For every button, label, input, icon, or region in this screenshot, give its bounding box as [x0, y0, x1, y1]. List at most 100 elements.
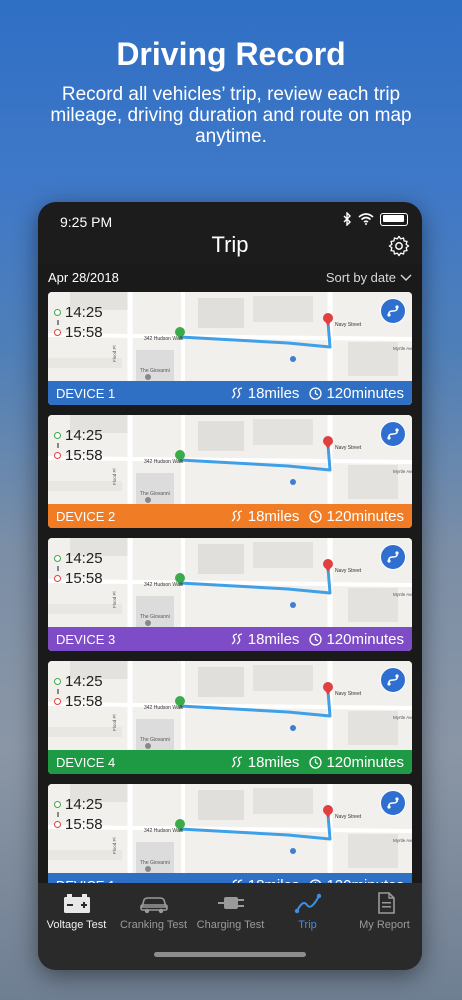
trip-duration: 120minutes [326, 507, 404, 525]
status-icons [343, 212, 408, 226]
start-dot-icon [54, 801, 61, 808]
trip-times: 14:25 15:58 [54, 305, 103, 340]
distance-icon [231, 510, 242, 522]
route-icon [387, 428, 399, 440]
tab-charging-test[interactable]: Charging Test [192, 883, 269, 943]
route-button[interactable] [380, 667, 406, 693]
tab-trip[interactable]: Trip [269, 883, 346, 943]
svg-text:Flood Pl: Flood Pl [112, 714, 117, 731]
svg-text:Navy Street: Navy Street [335, 445, 362, 451]
distance-icon [231, 756, 242, 768]
sort-dropdown[interactable]: Sort by date [326, 270, 412, 285]
svg-text:Navy Street: Navy Street [335, 814, 362, 820]
tab-label: Cranking Test [119, 919, 188, 931]
trip-footer: DEVICE 3 18miles 120minutes [48, 627, 412, 651]
tab-label: Charging Test [196, 919, 265, 931]
tab-cranking-test[interactable]: Cranking Test [115, 883, 192, 943]
gear-icon[interactable] [388, 235, 410, 257]
svg-text:The Giovanni: The Giovanni [140, 860, 170, 866]
trip-distance: 18miles [247, 384, 300, 402]
trip-card[interactable]: 342 Hudson Walk Navy Street Myrtle Ave T… [48, 784, 412, 883]
tab-label: Trip [298, 919, 317, 931]
start-dot-icon [54, 432, 61, 439]
hero-subtitle: Record all vehicles’ trip, review each t… [50, 84, 412, 147]
device-name: DEVICE 4 [56, 754, 116, 770]
trip-footer: DEVICE 4 18miles 120minutes [48, 750, 412, 774]
report-icon [378, 892, 395, 914]
wifi-icon [358, 213, 374, 225]
end-time: 15:58 [65, 816, 103, 833]
svg-text:Navy Street: Navy Street [335, 691, 362, 697]
tab-voltage-test[interactable]: Voltage Test [38, 883, 115, 943]
svg-text:Flood Pl: Flood Pl [112, 468, 117, 485]
page-title: Trip [211, 232, 249, 257]
trip-distance: 18miles [247, 753, 300, 771]
home-indicator [154, 952, 306, 957]
battery-icon [64, 894, 90, 913]
trip-distance: 18miles [247, 507, 300, 525]
start-time: 14:25 [65, 796, 103, 813]
plug-icon [218, 897, 244, 909]
svg-text:The Giovanni: The Giovanni [140, 491, 170, 497]
end-time: 15:58 [65, 693, 103, 710]
route-icon [387, 305, 399, 317]
trip-list[interactable]: Apr 28/2018 Sort by date 342 Hudson Walk… [38, 264, 422, 883]
date-header: Apr 28/2018 [48, 270, 119, 285]
trip-footer: DEVICE 1 18miles 120minutes [48, 873, 412, 883]
clock-icon [309, 632, 323, 646]
start-time: 14:25 [65, 550, 103, 567]
route-icon [294, 893, 322, 914]
end-dot-icon [54, 821, 61, 828]
svg-text:Myrtle Ave: Myrtle Ave [393, 469, 412, 474]
tab-bar: Voltage Test Cranking Test Charging Test [38, 883, 422, 970]
battery-status-icon [380, 212, 408, 226]
trip-card[interactable]: 342 Hudson Walk Navy Street Myrtle Ave T… [48, 415, 412, 528]
trip-card[interactable]: 342 Hudson Walk Navy Street Myrtle Ave T… [48, 292, 412, 405]
svg-text:342 Hudson Walk: 342 Hudson Walk [144, 336, 184, 342]
svg-text:Myrtle Ave: Myrtle Ave [393, 715, 412, 720]
distance-icon [231, 387, 242, 399]
route-map: 342 Hudson Walk Navy Street Myrtle Ave T… [48, 538, 412, 627]
svg-text:342 Hudson Walk: 342 Hudson Walk [144, 459, 184, 465]
trip-footer: DEVICE 2 18miles 120minutes [48, 504, 412, 528]
clock-icon [309, 386, 323, 400]
trip-card[interactable]: 342 Hudson Walk Navy Street Myrtle Ave T… [48, 661, 412, 774]
distance-icon [231, 633, 242, 645]
trip-times: 14:25 15:58 [54, 551, 103, 586]
clock-icon [309, 509, 323, 523]
trip-duration: 120minutes [326, 753, 404, 771]
end-dot-icon [54, 452, 61, 459]
end-time: 15:58 [65, 570, 103, 587]
route-button[interactable] [380, 544, 406, 570]
start-time: 14:25 [65, 304, 103, 321]
start-time: 14:25 [65, 673, 103, 690]
route-map: 342 Hudson Walk Navy Street Myrtle Ave T… [48, 661, 412, 750]
sort-label: Sort by date [325, 270, 396, 285]
route-icon [387, 674, 399, 686]
phone-frame: 9:25 PM Trip Apr 28/2018 Sort by date 34… [38, 202, 422, 970]
svg-text:342 Hudson Walk: 342 Hudson Walk [144, 705, 184, 711]
svg-text:Flood Pl: Flood Pl [112, 837, 117, 854]
end-time: 15:58 [65, 447, 103, 464]
route-map: 342 Hudson Walk Navy Street Myrtle Ave T… [48, 784, 412, 873]
trip-card[interactable]: 342 Hudson Walk Navy Street Myrtle Ave T… [48, 538, 412, 651]
tab-my-report[interactable]: My Report [346, 883, 422, 943]
trip-distance: 18miles [247, 630, 300, 648]
clock-icon [309, 755, 323, 769]
svg-text:Myrtle Ave: Myrtle Ave [393, 592, 412, 597]
route-button[interactable] [380, 790, 406, 816]
trip-footer: DEVICE 1 18miles 120minutes [48, 381, 412, 405]
end-time: 15:58 [65, 324, 103, 341]
route-button[interactable] [380, 298, 406, 324]
start-dot-icon [54, 555, 61, 562]
route-map: 342 Hudson Walk Navy Street Myrtle Ave T… [48, 415, 412, 504]
svg-text:The Giovanni: The Giovanni [140, 737, 170, 743]
device-name: DEVICE 2 [56, 508, 116, 524]
route-map: 342 Hudson Walk Navy Street Myrtle Ave T… [48, 292, 412, 381]
trip-times: 14:25 15:58 [54, 797, 103, 832]
route-button[interactable] [380, 421, 406, 447]
end-dot-icon [54, 698, 61, 705]
car-icon [140, 897, 168, 914]
chevron-down-icon [400, 274, 412, 281]
device-name: DEVICE 1 [56, 385, 116, 401]
